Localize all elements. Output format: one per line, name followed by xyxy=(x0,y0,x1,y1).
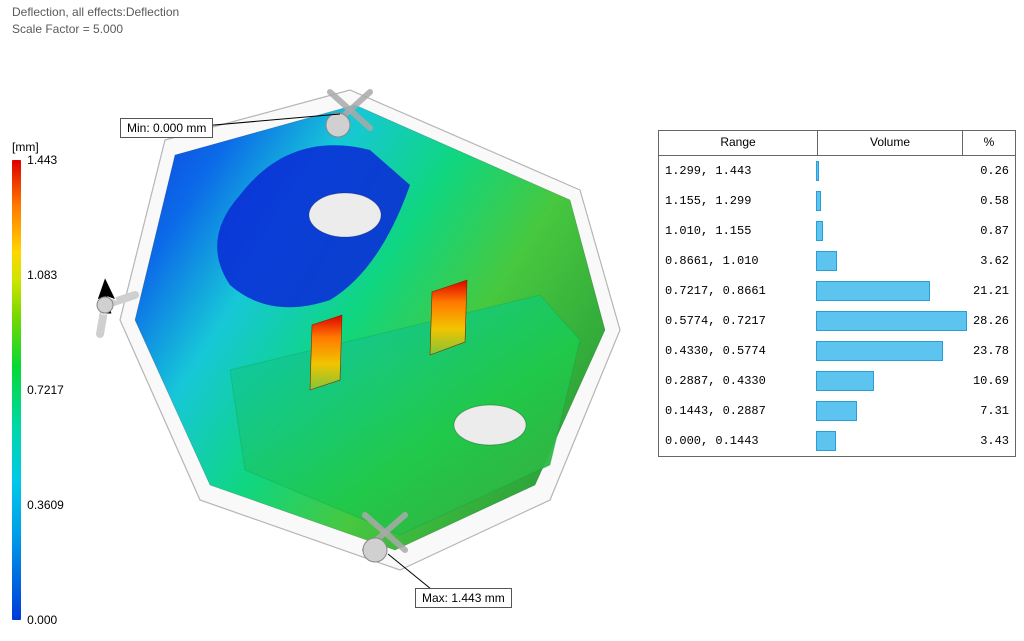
histogram-bar xyxy=(816,281,930,301)
histogram-bar xyxy=(816,191,821,211)
legend-tick: 0.7217 xyxy=(27,383,64,397)
histogram-bar-cell xyxy=(816,280,965,302)
histogram-pct: 0.87 xyxy=(965,224,1015,238)
histogram-bar-cell xyxy=(816,190,965,212)
color-legend: [mm] 1.443 1.083 0.7217 0.3609 0.000 xyxy=(12,140,82,620)
callout-min: Min: 0.000 mm xyxy=(120,118,213,138)
histogram-bar xyxy=(816,221,823,241)
histogram-range: 0.2887, 0.4330 xyxy=(659,374,816,388)
histogram-pct: 28.26 xyxy=(965,314,1015,328)
histogram-bar xyxy=(816,401,857,421)
histogram-row: 0.4330, 0.5774 23.78 xyxy=(659,336,1015,366)
model-hole-top xyxy=(309,193,381,237)
histogram-bar xyxy=(816,341,943,361)
histogram-bar-cell xyxy=(816,220,965,242)
histogram-bar xyxy=(816,371,874,391)
model-hole-bottom xyxy=(454,405,526,445)
histogram-pct: 0.58 xyxy=(965,194,1015,208)
histogram-row: 1.155, 1.299 0.58 xyxy=(659,186,1015,216)
histogram-bar-cell xyxy=(816,400,965,422)
histogram-row: 0.1443, 0.2887 7.31 xyxy=(659,396,1015,426)
histogram-header: Range Volume % xyxy=(659,131,1015,156)
analysis-title: Deflection, all effects:Deflection xyxy=(12,4,179,21)
histogram-pct: 21.21 xyxy=(965,284,1015,298)
header-volume: Volume xyxy=(818,131,963,155)
histogram-pct: 3.62 xyxy=(965,254,1015,268)
histogram-row: 0.2887, 0.4330 10.69 xyxy=(659,366,1015,396)
legend-gradient-bar xyxy=(12,160,21,620)
histogram-bar xyxy=(816,311,967,331)
model-viewport[interactable]: Min: 0.000 mm Max: 1.443 mm xyxy=(80,70,650,610)
legend-ticks: 1.443 1.083 0.7217 0.3609 0.000 xyxy=(27,160,82,620)
legend-tick: 1.083 xyxy=(27,268,57,282)
histogram-row: 1.299, 1.443 0.26 xyxy=(659,156,1015,186)
histogram-bar xyxy=(816,431,836,451)
histogram-pct: 0.26 xyxy=(965,164,1015,178)
scale-factor: Scale Factor = 5.000 xyxy=(12,21,179,38)
header-percent: % xyxy=(963,131,1015,155)
histogram-pct: 7.31 xyxy=(965,404,1015,418)
histogram-bar-cell xyxy=(816,370,965,392)
histogram-bar-cell xyxy=(816,160,965,182)
legend-tick: 0.000 xyxy=(27,613,57,627)
histogram-bar-cell xyxy=(816,310,965,332)
histogram-bar xyxy=(816,161,819,181)
histogram-row: 1.010, 1.155 0.87 xyxy=(659,216,1015,246)
legend-tick: 0.3609 xyxy=(27,498,64,512)
volume-histogram: Range Volume % 1.299, 1.443 0.26 1.155, 1.… xyxy=(658,130,1016,457)
histogram-body: 1.299, 1.443 0.26 1.155, 1.299 0.58 1.010, 1… xyxy=(659,156,1015,456)
histogram-range: 1.299, 1.443 xyxy=(659,164,816,178)
histogram-row: 0.7217, 0.8661 21.21 xyxy=(659,276,1015,306)
histogram-row: 0.000, 0.1443 3.43 xyxy=(659,426,1015,456)
histogram-range: 0.7217, 0.8661 xyxy=(659,284,816,298)
legend-unit: [mm] xyxy=(12,140,82,154)
histogram-range: 0.5774, 0.7217 xyxy=(659,314,816,328)
histogram-bar xyxy=(816,251,837,271)
histogram-bar-cell xyxy=(816,250,965,272)
histogram-row: 0.8661, 1.010 3.62 xyxy=(659,246,1015,276)
callout-max: Max: 1.443 mm xyxy=(415,588,512,608)
histogram-range: 0.8661, 1.010 xyxy=(659,254,816,268)
histogram-range: 0.1443, 0.2887 xyxy=(659,404,816,418)
histogram-range: 0.4330, 0.5774 xyxy=(659,344,816,358)
header-range: Range xyxy=(659,131,818,155)
histogram-row: 0.5774, 0.7217 28.26 xyxy=(659,306,1015,336)
histogram-pct: 23.78 xyxy=(965,344,1015,358)
analysis-meta: Deflection, all effects:Deflection Scale… xyxy=(12,4,179,38)
model-svg[interactable] xyxy=(80,70,650,610)
histogram-range: 1.155, 1.299 xyxy=(659,194,816,208)
legend-tick: 1.443 xyxy=(27,153,57,167)
histogram-range: 1.010, 1.155 xyxy=(659,224,816,238)
histogram-range: 0.000, 0.1443 xyxy=(659,434,816,448)
model-tab-hot xyxy=(310,315,342,390)
histogram-bar-cell xyxy=(816,430,965,452)
histogram-pct: 10.69 xyxy=(965,374,1015,388)
histogram-bar-cell xyxy=(816,340,965,362)
histogram-pct: 3.43 xyxy=(965,434,1015,448)
